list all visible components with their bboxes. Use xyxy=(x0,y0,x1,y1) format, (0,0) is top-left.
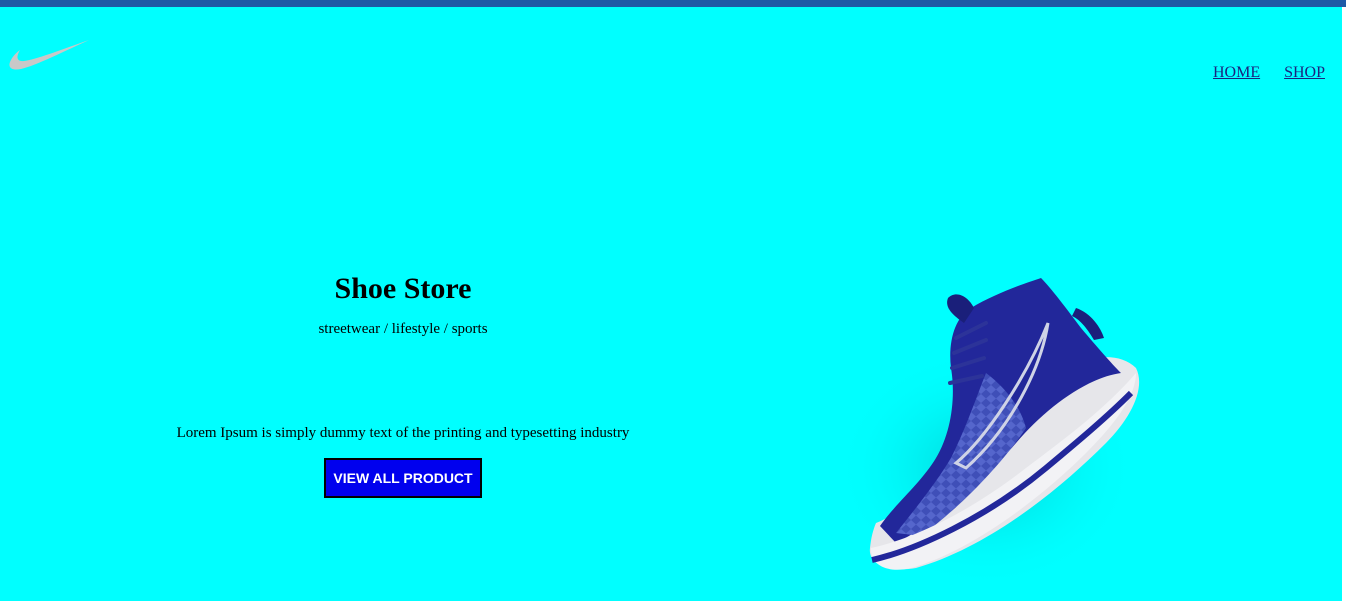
sneaker-image xyxy=(836,268,1166,601)
hero-description: Lorem Ipsum is simply dummy text of the … xyxy=(176,425,630,441)
nav-link-shop[interactable]: SHOP xyxy=(1284,64,1325,82)
page-title: Shoe Store xyxy=(334,272,472,305)
scrollbar-track[interactable] xyxy=(1342,7,1346,601)
hero-subtitle: streetwear / lifestyle / sports xyxy=(318,321,488,337)
nav-link-home[interactable]: HOME xyxy=(1213,64,1260,82)
swoosh-logo-icon[interactable] xyxy=(7,38,91,72)
main-nav: HOME SHOP xyxy=(1213,64,1325,82)
top-accent-bar xyxy=(0,0,1346,7)
hero-section: Shoe Store streetwear / lifestyle / spor… xyxy=(120,270,686,498)
view-all-product-button[interactable]: VIEW ALL PRODUCT xyxy=(324,458,482,498)
